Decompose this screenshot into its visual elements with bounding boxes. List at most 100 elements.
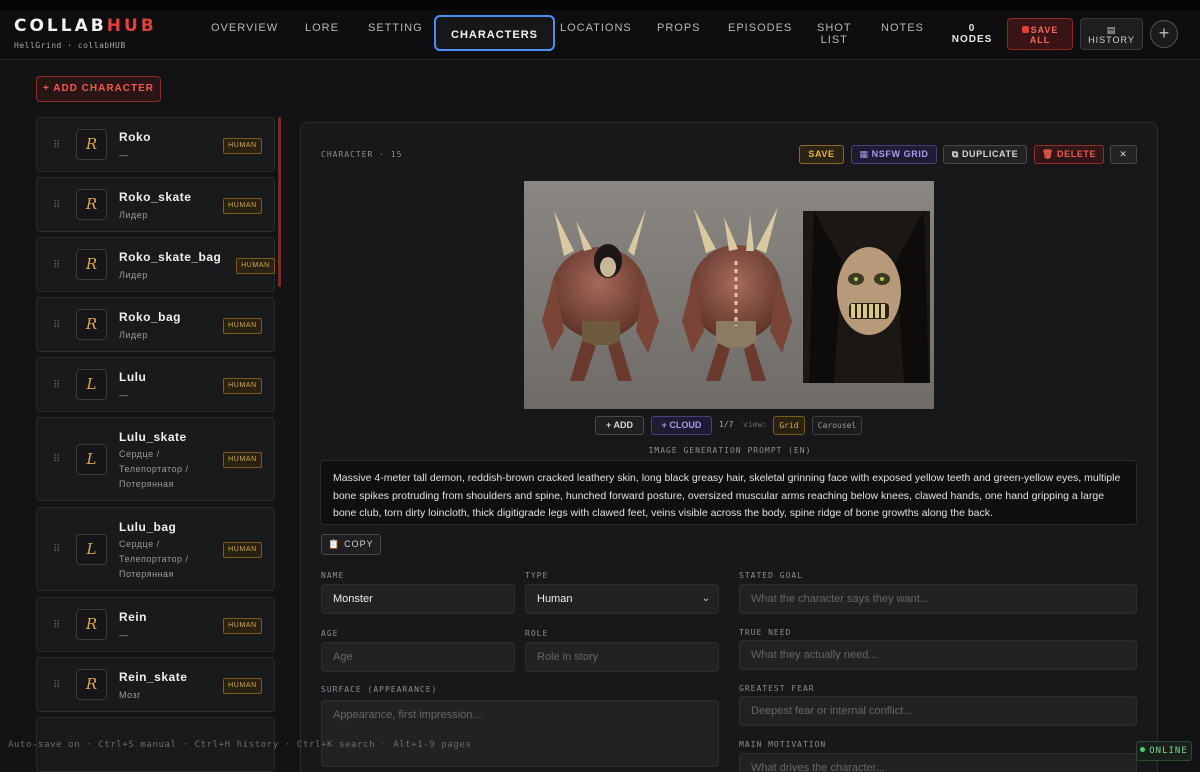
character-name: Lulu <box>119 370 147 384</box>
character-image-gallery[interactable] <box>524 181 934 409</box>
character-card-roko-skate-bag[interactable]: ⠿ R Roko_skate_bag Лидер HUMAN <box>36 237 275 292</box>
tab-overview[interactable]: OVERVIEW <box>211 22 278 34</box>
app-logo[interactable]: COLLABHUB <box>14 16 157 36</box>
character-name: Lulu_skate <box>119 430 187 444</box>
close-icon[interactable]: ✕ <box>1110 145 1137 164</box>
character-card-rein-skate[interactable]: ⠿ R Rein_skate Мозг HUMAN <box>36 657 275 712</box>
role-label: ROLE <box>525 629 549 638</box>
avatar: R <box>76 249 107 280</box>
history-icon: ▤ <box>1106 25 1117 35</box>
stated-goal-field[interactable]: What the character says they want... <box>739 584 1137 614</box>
character-role: Мозг <box>119 690 141 700</box>
nsfw-grid-button[interactable]: ▦ NSFW GRID <box>851 145 937 164</box>
character-role: Лидер <box>119 270 148 280</box>
character-card-lulu-skate[interactable]: ⠿ L Lulu_skate Сердце / Телепортатор / П… <box>36 417 275 501</box>
tab-locations[interactable]: LOCATIONS <box>560 22 632 34</box>
greatest-fear-label: GREATEST FEAR <box>739 684 815 693</box>
drag-handle-icon[interactable]: ⠿ <box>53 140 60 151</box>
top-bar: COLLABHUB HellGrind · collabHUB OVERVIEW… <box>0 0 1200 60</box>
type-select[interactable]: Human ⌄ <box>525 584 719 614</box>
drag-handle-icon[interactable]: ⠿ <box>53 200 60 211</box>
character-role: Сердце / Телепортатор / Потерянная <box>119 449 189 489</box>
drag-handle-icon[interactable]: ⠿ <box>53 544 60 555</box>
plus-circle-icon[interactable]: + <box>1150 20 1178 48</box>
view-carousel-toggle[interactable]: Carousel <box>812 416 862 435</box>
image-counter: 1/7 <box>719 420 734 429</box>
keyboard-shortcuts-hint: Auto-save on · Ctrl+S manual · Ctrl+H hi… <box>8 740 472 750</box>
view-grid-toggle[interactable]: Grid <box>773 416 805 435</box>
add-cloud-image-button[interactable]: + CLOUD <box>651 416 712 435</box>
tab-characters[interactable]: CHARACTERS <box>434 15 555 51</box>
nodes-count: 0 <box>968 23 976 34</box>
type-badge: HUMAN <box>223 318 262 334</box>
type-label: TYPE <box>525 571 549 580</box>
character-editor-panel: CHARACTER · 15 SAVE ▦ NSFW GRID ⧉ DUPLIC… <box>300 122 1158 772</box>
online-status-badge: ONLINE <box>1136 741 1192 761</box>
drag-handle-icon[interactable]: ⠿ <box>53 680 60 691</box>
tab-setting[interactable]: SETTING <box>368 22 423 34</box>
age-label: AGE <box>321 629 339 638</box>
history-button[interactable]: ▤ HISTORY <box>1080 18 1143 50</box>
character-card-lulu[interactable]: ⠿ L Lulu — HUMAN <box>36 357 275 412</box>
copy-prompt-button[interactable]: 📋 COPY <box>321 534 381 555</box>
avatar: L <box>76 369 107 400</box>
tab-props[interactable]: PROPS <box>657 22 701 34</box>
true-need-field[interactable]: What they actually need... <box>739 640 1137 670</box>
type-badge: HUMAN <box>223 542 262 558</box>
nodes-counter: 0 NODES <box>950 23 994 45</box>
duplicate-button[interactable]: ⧉ DUPLICATE <box>943 145 1027 164</box>
drag-handle-icon[interactable]: ⠿ <box>53 620 60 631</box>
type-badge: HUMAN <box>223 198 262 214</box>
add-image-button[interactable]: + ADD <box>595 416 644 435</box>
character-role: — <box>119 630 129 640</box>
type-badge: HUMAN <box>236 258 275 274</box>
character-name: Lulu_bag <box>119 520 177 534</box>
prompt-label: IMAGE GENERATION PROMPT (EN) <box>648 446 812 455</box>
avatar: R <box>76 189 107 220</box>
save-button[interactable]: SAVE <box>799 145 844 164</box>
avatar: R <box>76 129 107 160</box>
add-character-button[interactable]: + ADD CHARACTER <box>36 76 161 102</box>
view-label: view: <box>743 420 768 429</box>
tab-episodes[interactable]: EPISODES <box>728 22 792 34</box>
tab-notes[interactable]: NOTES <box>881 22 924 34</box>
delete-button[interactable]: 🗑 DELETE <box>1034 145 1104 164</box>
character-name: Rein_skate <box>119 670 188 684</box>
image-prompt-textarea[interactable]: Massive 4-meter tall demon, reddish-brow… <box>320 460 1137 525</box>
avatar: R <box>76 669 107 700</box>
age-field[interactable]: Age <box>321 642 515 672</box>
character-card-roko-bag[interactable]: ⠿ R Roko_bag Лидер HUMAN <box>36 297 275 352</box>
tab-shot-list[interactable]: SHOT LIST <box>817 22 852 46</box>
drag-handle-icon[interactable]: ⠿ <box>53 380 60 391</box>
main-motivation-field[interactable]: What drives the character... <box>739 753 1137 772</box>
drag-handle-icon[interactable]: ⠿ <box>53 320 60 331</box>
character-role: — <box>119 150 129 160</box>
type-badge: HUMAN <box>223 618 262 634</box>
avatar: R <box>76 609 107 640</box>
surface-textarea[interactable]: Appearance, first impression... <box>321 700 719 767</box>
type-badge: HUMAN <box>223 678 262 694</box>
drag-handle-icon[interactable]: ⠿ <box>53 454 60 465</box>
status-dot-icon <box>1140 747 1146 752</box>
character-role: Лидер <box>119 210 148 220</box>
role-field[interactable]: Role in story <box>525 642 719 672</box>
type-badge: HUMAN <box>223 452 262 468</box>
character-card-roko[interactable]: ⠿ R Roko — HUMAN <box>36 117 275 172</box>
sidebar-scrollbar[interactable] <box>278 117 281 287</box>
drag-handle-icon[interactable]: ⠿ <box>53 260 60 271</box>
character-role: Лидер <box>119 330 148 340</box>
character-card-lulu-bag[interactable]: ⠿ L Lulu_bag Сердце / Телепортатор / Пот… <box>36 507 275 591</box>
tab-lore[interactable]: LORE <box>305 22 339 34</box>
type-badge: HUMAN <box>223 138 262 154</box>
project-subtitle: HellGrind · collabHUB <box>14 41 126 50</box>
tab-shot-list-line2: LIST <box>820 34 848 46</box>
greatest-fear-field[interactable]: Deepest fear or internal conflict... <box>739 696 1137 726</box>
character-card-rein[interactable]: ⠿ R Rein — HUMAN <box>36 597 275 652</box>
save-dot-icon <box>1021 26 1029 33</box>
avatar: R <box>76 309 107 340</box>
main-motivation-label: MAIN MOTIVATION <box>739 740 827 749</box>
name-field[interactable]: Monster <box>321 584 515 614</box>
save-all-button[interactable]: SAVE ALL <box>1007 18 1073 50</box>
character-card-roko-skate[interactable]: ⠿ R Roko_skate Лидер HUMAN <box>36 177 275 232</box>
nodes-label: NODES <box>951 34 993 45</box>
